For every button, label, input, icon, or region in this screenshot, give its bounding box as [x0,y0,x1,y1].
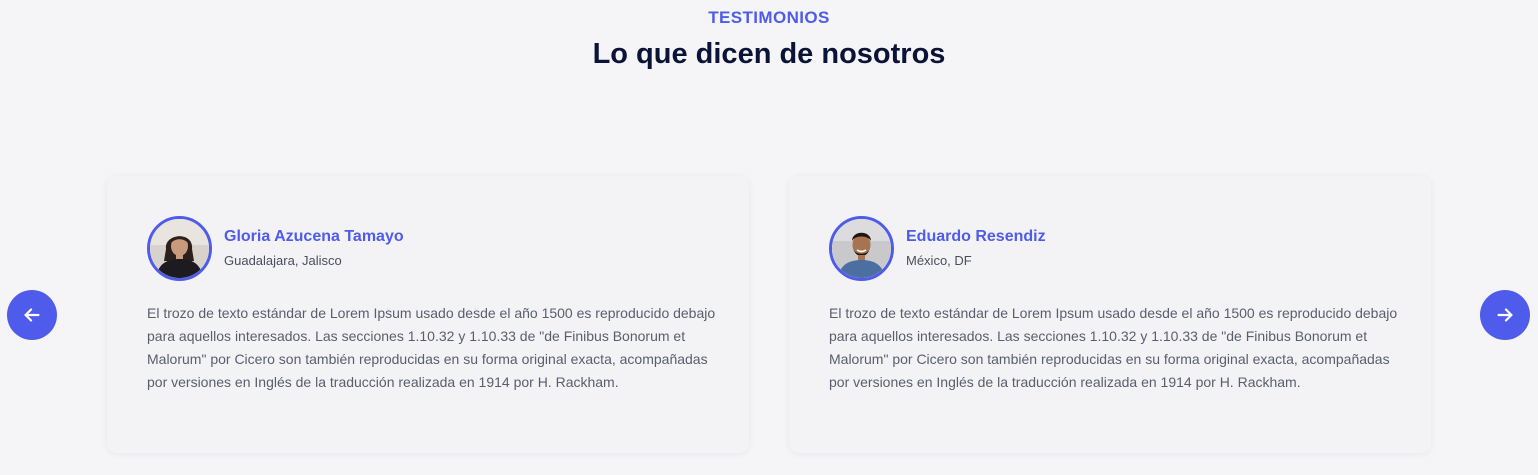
avatar [829,216,894,281]
author-location: México, DF [906,253,972,268]
avatar-photo [150,219,209,278]
arrow-left-icon [24,308,40,322]
testimonial-text: El trozo de texto estándar de Lorem Ipsu… [829,305,1398,390]
testimonials-section: TESTIMONIOS Lo que dicen de nosotros Glo… [0,0,1538,475]
arrow-right-icon [1497,308,1513,322]
avatar-photo [832,219,891,278]
author-location: Guadalajara, Jalisco [224,253,342,268]
avatar [147,216,212,281]
carousel-next-button[interactable] [1480,290,1530,340]
author-name: Eduardo Resendiz [906,228,1046,245]
testimonial-card: Gloria Azucena Tamayo Guadalajara, Jalis… [107,176,749,453]
section-heading: Lo que dicen de nosotros [592,38,946,70]
section-eyebrow: TESTIMONIOS [708,8,830,27]
testimonial-author: Gloria Azucena Tamayo Guadalajara, Jalis… [147,216,707,281]
testimonial-author: Eduardo Resendiz México, DF [829,216,1389,281]
carousel-prev-button[interactable] [7,290,57,340]
testimonial-text: El trozo de texto estándar de Lorem Ipsu… [147,305,716,390]
author-name: Gloria Azucena Tamayo [224,228,404,245]
testimonial-card: Eduardo Resendiz México, DF El trozo de … [789,176,1431,453]
